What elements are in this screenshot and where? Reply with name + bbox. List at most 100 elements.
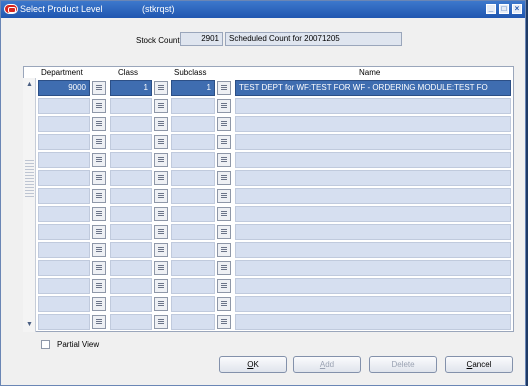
cell-name[interactable] — [235, 116, 511, 132]
cell-name[interactable] — [235, 296, 511, 312]
class-lov-icon[interactable] — [154, 189, 168, 203]
table-row[interactable] — [38, 97, 512, 115]
cell-class[interactable] — [110, 224, 152, 240]
cell-subclass[interactable] — [171, 98, 215, 114]
cell-name[interactable] — [235, 152, 511, 168]
class-lov-icon[interactable] — [154, 135, 168, 149]
class-lov-icon[interactable] — [154, 207, 168, 221]
department-lov-icon[interactable] — [92, 117, 106, 131]
subclass-lov-icon[interactable] — [217, 99, 231, 113]
cell-department[interactable] — [38, 296, 90, 312]
cell-class[interactable] — [110, 278, 152, 294]
class-lov-icon[interactable] — [154, 171, 168, 185]
department-lov-icon[interactable] — [92, 297, 106, 311]
class-lov-icon[interactable] — [154, 279, 168, 293]
minimize-icon[interactable]: _ — [486, 4, 496, 14]
cell-name[interactable] — [235, 206, 511, 222]
department-lov-icon[interactable] — [92, 171, 106, 185]
cell-department[interactable] — [38, 134, 90, 150]
table-row[interactable] — [38, 223, 512, 241]
cell-subclass[interactable] — [171, 152, 215, 168]
cell-subclass[interactable] — [171, 116, 215, 132]
cell-class[interactable] — [110, 152, 152, 168]
cell-class[interactable] — [110, 206, 152, 222]
subclass-lov-icon[interactable] — [217, 81, 231, 95]
table-row[interactable] — [38, 187, 512, 205]
cell-class[interactable] — [110, 116, 152, 132]
cell-subclass[interactable] — [171, 260, 215, 276]
delete-button[interactable]: Delete — [369, 356, 437, 373]
table-row[interactable] — [38, 133, 512, 151]
cell-name[interactable]: TEST DEPT for WF:TEST FOR WF - ORDERING … — [235, 80, 511, 96]
maximize-icon[interactable]: □ — [499, 4, 509, 14]
cell-department[interactable] — [38, 188, 90, 204]
cell-department[interactable] — [38, 206, 90, 222]
department-lov-icon[interactable] — [92, 315, 106, 329]
class-lov-icon[interactable] — [154, 81, 168, 95]
table-row[interactable] — [38, 259, 512, 277]
cancel-button[interactable]: Cancel — [445, 356, 513, 373]
department-lov-icon[interactable] — [92, 153, 106, 167]
title-bar[interactable]: Select Product Level (stkrqst) _ □ × — [1, 1, 525, 18]
close-icon[interactable]: × — [512, 4, 522, 14]
cell-department[interactable] — [38, 152, 90, 168]
cell-name[interactable] — [235, 314, 511, 330]
cell-name[interactable] — [235, 278, 511, 294]
scroll-grip[interactable] — [25, 158, 34, 198]
class-lov-icon[interactable] — [154, 99, 168, 113]
subclass-lov-icon[interactable] — [217, 297, 231, 311]
class-lov-icon[interactable] — [154, 153, 168, 167]
cell-subclass[interactable] — [171, 224, 215, 240]
department-lov-icon[interactable] — [92, 279, 106, 293]
subclass-lov-icon[interactable] — [217, 207, 231, 221]
subclass-lov-icon[interactable] — [217, 243, 231, 257]
table-row[interactable] — [38, 295, 512, 313]
department-lov-icon[interactable] — [92, 207, 106, 221]
cell-subclass[interactable] — [171, 206, 215, 222]
cell-class[interactable] — [110, 242, 152, 258]
cell-name[interactable] — [235, 98, 511, 114]
cell-name[interactable] — [235, 260, 511, 276]
cell-name[interactable] — [235, 188, 511, 204]
cell-department[interactable] — [38, 224, 90, 240]
class-lov-icon[interactable] — [154, 117, 168, 131]
subclass-lov-icon[interactable] — [217, 171, 231, 185]
department-lov-icon[interactable] — [92, 243, 106, 257]
cell-class[interactable] — [110, 314, 152, 330]
department-lov-icon[interactable] — [92, 189, 106, 203]
cell-subclass[interactable] — [171, 278, 215, 294]
cell-department[interactable]: 9000 — [38, 80, 90, 96]
cell-department[interactable] — [38, 314, 90, 330]
class-lov-icon[interactable] — [154, 243, 168, 257]
department-lov-icon[interactable] — [92, 99, 106, 113]
cell-subclass[interactable] — [171, 170, 215, 186]
vertical-scrollbar[interactable]: ▲ ▼ — [23, 78, 36, 332]
cell-subclass[interactable] — [171, 134, 215, 150]
cell-class[interactable]: 1 — [110, 80, 152, 96]
cell-name[interactable] — [235, 170, 511, 186]
table-row[interactable] — [38, 151, 512, 169]
department-lov-icon[interactable] — [92, 81, 106, 95]
table-row[interactable] — [38, 205, 512, 223]
class-lov-icon[interactable] — [154, 225, 168, 239]
cell-name[interactable] — [235, 242, 511, 258]
cell-class[interactable] — [110, 296, 152, 312]
cell-class[interactable] — [110, 260, 152, 276]
cell-subclass[interactable] — [171, 242, 215, 258]
cell-department[interactable] — [38, 242, 90, 258]
table-row[interactable] — [38, 241, 512, 259]
partial-view-checkbox[interactable] — [41, 340, 50, 349]
department-lov-icon[interactable] — [92, 261, 106, 275]
table-row[interactable] — [38, 169, 512, 187]
scroll-down-icon[interactable]: ▼ — [25, 320, 34, 329]
cell-department[interactable] — [38, 116, 90, 132]
department-lov-icon[interactable] — [92, 225, 106, 239]
class-lov-icon[interactable] — [154, 297, 168, 311]
cell-class[interactable] — [110, 134, 152, 150]
cell-class[interactable] — [110, 188, 152, 204]
subclass-lov-icon[interactable] — [217, 315, 231, 329]
table-row[interactable] — [38, 313, 512, 331]
subclass-lov-icon[interactable] — [217, 225, 231, 239]
subclass-lov-icon[interactable] — [217, 261, 231, 275]
cell-subclass[interactable] — [171, 296, 215, 312]
